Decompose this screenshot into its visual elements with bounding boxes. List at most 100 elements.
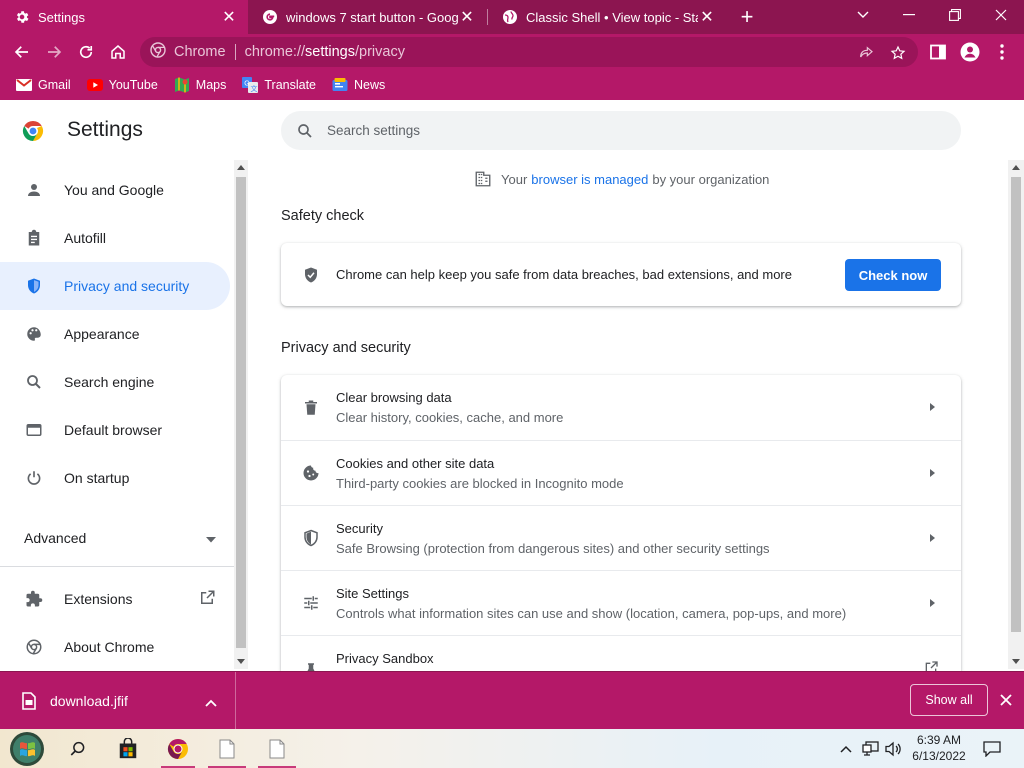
sidebar-item-label: On startup: [64, 470, 130, 486]
show-all-button[interactable]: Show all: [910, 684, 988, 716]
gear-icon: [14, 9, 30, 25]
shield-check-icon: [301, 265, 321, 285]
search-settings-box[interactable]: [281, 111, 961, 150]
bookmark-label: News: [354, 78, 386, 92]
puzzle-icon: [24, 589, 44, 609]
profile-avatar-icon[interactable]: [955, 37, 985, 67]
check-now-button[interactable]: Check now: [845, 259, 941, 291]
tab-classic-shell[interactable]: Classic Shell • View topic - Start B ✕: [488, 0, 726, 34]
privacy-row-security[interactable]: Security Safe Browsing (protection from …: [281, 505, 961, 570]
chrome-taskbar-icon[interactable]: [157, 729, 199, 768]
chevron-up-icon[interactable]: [836, 729, 856, 768]
sidebar-item-extensions[interactable]: Extensions: [0, 575, 230, 623]
notifications-icon[interactable]: [978, 729, 1006, 768]
file-icon: [22, 691, 38, 710]
bookmark-star-icon[interactable]: [888, 43, 908, 63]
privacy-heading: Privacy and security: [281, 340, 411, 356]
scroll-up-icon[interactable]: [237, 165, 245, 170]
building-icon: [474, 170, 492, 188]
scroll-down-icon[interactable]: [237, 659, 245, 664]
windows-taskbar: 6:39 AM 6/13/2022: [0, 729, 1024, 768]
row-title: Cookies and other site data: [336, 455, 495, 471]
start-button[interactable]: [4, 729, 50, 768]
back-button[interactable]: [7, 37, 37, 67]
main-scrollbar[interactable]: [1008, 160, 1024, 669]
row-title: Privacy Sandbox: [336, 651, 434, 666]
shield-icon: [24, 276, 44, 296]
privacy-row-site-settings[interactable]: Site Settings Controls what information …: [281, 570, 961, 635]
news-icon: [332, 77, 348, 93]
sidebar-item-label: Autofill: [64, 230, 107, 246]
chrome-logo-icon: [21, 119, 45, 143]
chevron-up-icon[interactable]: [205, 694, 217, 710]
sidebar-item-appearance[interactable]: Appearance: [0, 310, 230, 358]
bookmark-gmail[interactable]: Gmail: [16, 77, 71, 93]
privacy-row-privacy-sandbox[interactable]: Privacy Sandbox: [281, 635, 961, 671]
close-window-button[interactable]: [978, 0, 1024, 30]
main-scroll-thumb[interactable]: [1011, 177, 1021, 632]
tab-close-icon[interactable]: ✕: [458, 8, 476, 26]
privacy-row-clear-browsing-data[interactable]: Clear browsing data Clear history, cooki…: [281, 375, 961, 440]
search-settings-input[interactable]: [327, 123, 927, 138]
shield-icon: [301, 528, 321, 548]
url-host: settings: [305, 44, 355, 60]
reload-button[interactable]: [71, 37, 101, 67]
bookmark-youtube[interactable]: YouTube: [86, 77, 158, 93]
sidebar-item-you-and-google[interactable]: You and Google: [0, 166, 230, 214]
address-bar[interactable]: Chrome chrome://settings/privacy: [140, 37, 918, 67]
page-title: Settings: [67, 118, 143, 141]
managed-notice: Your browser is managed by your organiza…: [474, 170, 769, 188]
share-icon[interactable]: [856, 43, 876, 63]
privacy-row-cookies[interactable]: Cookies and other site data Third-party …: [281, 440, 961, 505]
restore-button[interactable]: [932, 0, 978, 30]
store-icon[interactable]: [108, 729, 148, 768]
sidebar-item-about-chrome[interactable]: About Chrome: [0, 623, 230, 671]
sidebar-advanced-toggle[interactable]: Advanced: [24, 526, 216, 550]
more-menu-icon[interactable]: [987, 37, 1017, 67]
new-tab-button[interactable]: +: [735, 4, 759, 29]
scroll-down-icon[interactable]: [1012, 659, 1020, 664]
tab-google-search[interactable]: windows 7 start button - Google ✕: [248, 0, 486, 34]
notepad-taskbar-icon-2[interactable]: [254, 729, 300, 768]
tab-search-chevron-icon[interactable]: [840, 0, 886, 30]
volume-icon[interactable]: [883, 729, 905, 768]
bookmark-maps[interactable]: Maps: [174, 77, 227, 93]
forward-button[interactable]: [39, 37, 69, 67]
sidebar-item-label: Privacy and security: [64, 278, 190, 294]
tab-close-icon[interactable]: ✕: [698, 8, 716, 26]
tab-settings[interactable]: Settings ✕: [0, 0, 248, 34]
managed-link[interactable]: browser is managed: [531, 172, 648, 187]
sidebar-item-search-engine[interactable]: Search engine: [0, 358, 230, 406]
tab-title: Classic Shell • View topic - Start B: [526, 9, 698, 25]
sidebar-scroll-thumb[interactable]: [236, 177, 246, 648]
url-scheme: chrome://: [244, 44, 306, 60]
download-item[interactable]: download.jfif: [0, 672, 236, 729]
scroll-up-icon[interactable]: [1012, 165, 1020, 170]
notepad-taskbar-icon[interactable]: [204, 729, 250, 768]
row-title: Site Settings: [336, 585, 409, 601]
minimize-button[interactable]: [886, 0, 932, 30]
tab-close-icon[interactable]: ✕: [220, 8, 238, 26]
close-icon[interactable]: [996, 690, 1016, 710]
search-icon[interactable]: [58, 729, 98, 768]
gmail-icon: [16, 77, 32, 93]
network-icon[interactable]: [860, 729, 882, 768]
sidebar-scrollbar[interactable]: [234, 160, 248, 669]
browser-toolbar: Chrome chrome://settings/privacy: [0, 34, 1024, 70]
cookie-icon: [301, 463, 321, 483]
sidebar-item-on-startup[interactable]: On startup: [0, 454, 230, 502]
taskbar-clock[interactable]: 6:39 AM 6/13/2022: [904, 732, 974, 764]
sliders-icon: [301, 593, 321, 613]
sidebar-item-default-browser[interactable]: Default browser: [0, 406, 230, 454]
home-button[interactable]: [103, 37, 133, 67]
trash-icon: [301, 398, 321, 418]
safety-check-text: Chrome can help keep you safe from data …: [336, 267, 792, 282]
bookmark-news[interactable]: News: [332, 77, 385, 93]
sidebar-item-privacy-and-security[interactable]: Privacy and security: [0, 262, 230, 310]
bookmark-translate[interactable]: G文 Translate: [242, 77, 316, 93]
side-panel-icon[interactable]: [923, 37, 953, 67]
managed-suffix: by your organization: [652, 171, 770, 187]
arrow-right-icon: [930, 534, 935, 542]
bookmark-label: Maps: [195, 78, 227, 92]
sidebar-item-autofill[interactable]: Autofill: [0, 214, 230, 262]
